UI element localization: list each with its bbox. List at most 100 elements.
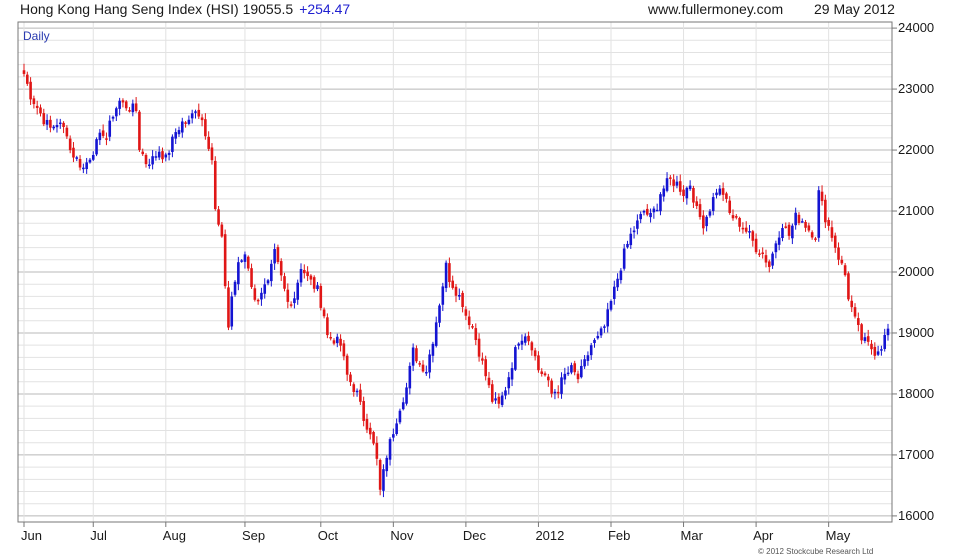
x-tick-label: Aug — [163, 528, 186, 543]
ohlc-bar — [45, 114, 49, 131]
ohlc-bar — [148, 158, 151, 169]
ohlc-bar — [830, 220, 834, 242]
ohlc-bar — [547, 373, 550, 387]
ohlc-bar — [840, 255, 844, 265]
ohlc-bar — [408, 362, 412, 395]
ohlc-bar — [672, 174, 675, 193]
ohlc-bar — [263, 278, 267, 299]
ohlc-bar — [296, 279, 300, 305]
y-tick-label: 22000 — [898, 142, 934, 157]
ohlc-bar — [550, 378, 553, 398]
ohlc-bar — [632, 226, 636, 239]
ohlc-bar — [735, 214, 738, 220]
ohlc-bar — [606, 302, 609, 333]
ohlc-bar — [243, 251, 247, 269]
ohlc-bar — [62, 121, 65, 134]
ohlc-bar — [771, 251, 774, 269]
ohlc-bar — [767, 259, 771, 273]
ohlc-bar — [652, 206, 656, 219]
ohlc-bar — [398, 408, 402, 425]
ohlc-bar — [685, 186, 689, 205]
ohlc-bar — [655, 203, 659, 212]
ohlc-bar — [510, 362, 514, 387]
ohlc-bar — [362, 396, 365, 427]
ohlc-bar — [866, 329, 870, 346]
ohlc-bar — [609, 299, 613, 312]
ohlc-bar — [78, 155, 82, 171]
ohlc-bar — [711, 192, 715, 216]
copyright-credit: © 2012 Stockcube Research Ltd — [758, 547, 873, 556]
ohlc-bar — [171, 134, 174, 158]
ohlc-bar — [303, 264, 306, 279]
ohlc-bar — [857, 312, 860, 332]
ohlc-bar — [151, 150, 154, 170]
ohlc-bar — [200, 114, 204, 127]
ohlc-bar — [111, 115, 115, 122]
ohlc-bar — [804, 219, 807, 232]
ohlc-bar — [504, 386, 507, 400]
ohlc-bar — [322, 307, 326, 319]
ohlc-bar — [237, 256, 240, 291]
y-tick-label: 23000 — [898, 81, 934, 96]
ohlc-bar — [154, 150, 158, 161]
ohlc-bar — [425, 365, 428, 376]
ohlc-bar — [471, 324, 474, 330]
ohlc-bar — [847, 271, 850, 302]
ohlc-bar — [527, 331, 530, 346]
ohlc-bar — [560, 372, 563, 399]
ohlc-bar — [883, 328, 887, 352]
ohlc-bar — [645, 204, 649, 217]
ohlc-bar — [791, 223, 794, 245]
x-tick-label: Dec — [463, 528, 487, 543]
ohlc-bar — [748, 224, 751, 239]
ohlc-bar — [105, 132, 108, 146]
ohlc-bar — [428, 349, 431, 379]
ohlc-bar — [708, 209, 712, 218]
ohlc-bar — [194, 109, 197, 119]
ohlc-bar — [101, 124, 105, 139]
ohlc-bar — [108, 115, 112, 142]
ohlc-bar — [134, 97, 138, 113]
ohlc-bar — [573, 360, 577, 376]
ohlc-bar — [481, 352, 484, 365]
ohlc-bar — [738, 216, 741, 232]
ohlc-bar — [820, 185, 824, 206]
ohlc-bar — [715, 188, 718, 199]
ohlc-bar — [682, 185, 685, 202]
ohlc-bar — [385, 455, 389, 477]
ohlc-bar — [375, 436, 379, 466]
ohlc-bar — [372, 430, 375, 446]
ohlc-bar — [246, 255, 250, 271]
ohlc-bar — [319, 283, 323, 311]
ohlc-bar — [405, 382, 408, 406]
ohlc-bar — [619, 268, 623, 284]
ohlc-bar — [629, 227, 633, 249]
ohlc-bar — [837, 242, 840, 266]
ohlc-bar — [814, 236, 817, 242]
ohlc-bar — [349, 371, 352, 386]
ohlc-bar — [180, 117, 184, 138]
ohlc-bar — [774, 240, 778, 259]
ohlc-bar — [725, 191, 728, 203]
ohlc-bar — [121, 98, 125, 108]
ohlc-bar — [95, 137, 98, 157]
ohlc-bar — [115, 106, 118, 121]
ohlc-bar — [705, 215, 708, 232]
ohlc-bar — [781, 223, 784, 242]
ohlc-bar — [352, 382, 356, 397]
ohlc-bar — [58, 118, 62, 129]
ohlc-bar — [886, 323, 890, 341]
ohlc-bar — [184, 120, 187, 128]
ohlc-bar — [332, 338, 336, 346]
y-tick-label: 21000 — [898, 203, 934, 218]
ohlc-bar — [217, 205, 220, 227]
ohlc-bar — [566, 366, 570, 376]
x-tick-label: 2012 — [535, 528, 564, 543]
ohlc-bar — [418, 360, 422, 367]
ohlc-bar — [448, 257, 451, 288]
ohlc-bar — [484, 355, 487, 381]
x-tick-label: Mar — [681, 528, 704, 543]
ohlc-bar — [378, 458, 382, 496]
ohlc-bar — [286, 283, 290, 309]
ohlc-bar — [276, 244, 280, 265]
